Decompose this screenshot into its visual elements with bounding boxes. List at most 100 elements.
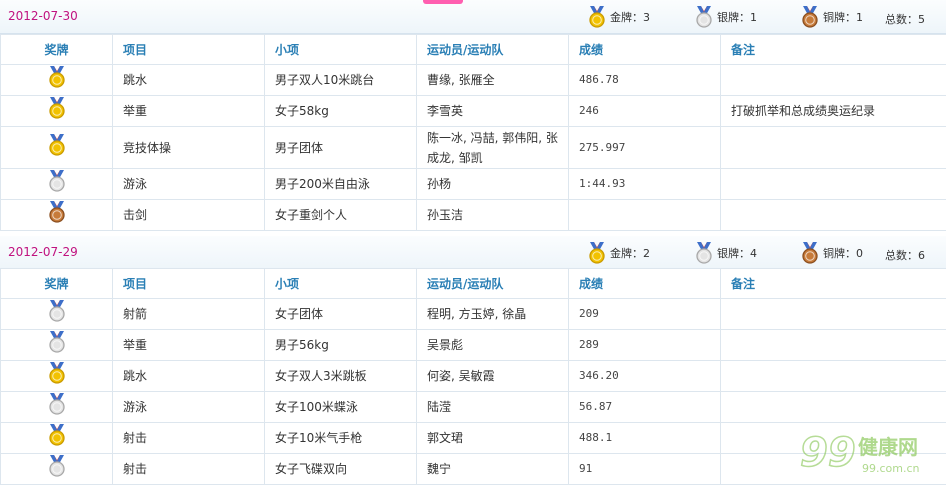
tally-silver-label: 银牌： xyxy=(717,9,750,25)
column-header: 成绩 xyxy=(569,269,721,299)
column-header: 运动员/运动队 xyxy=(417,35,569,65)
result-cell: 289 xyxy=(569,330,721,361)
result-cell: 209 xyxy=(569,299,721,330)
result-cell: 1:44.93 xyxy=(569,169,721,200)
athletes-cell: 陆滢 xyxy=(417,392,569,423)
column-header: 备注 xyxy=(721,35,946,65)
athletes-cell: 吴景彪 xyxy=(417,330,569,361)
note-cell xyxy=(721,361,946,392)
medal-cell xyxy=(1,454,113,485)
pink-tab xyxy=(423,0,463,4)
athletes-cell: 何姿, 吴敏霞 xyxy=(417,361,569,392)
sport-cell: 射箭 xyxy=(113,299,265,330)
event-cell: 男子双人10米跳台 xyxy=(265,65,417,96)
athletes-cell: 孙杨 xyxy=(417,169,569,200)
tally-bronze-label: 铜牌： xyxy=(823,9,856,25)
sport-cell: 游泳 xyxy=(113,169,265,200)
tally-bronze-label: 铜牌： xyxy=(823,245,856,261)
bronze-medal-icon xyxy=(801,242,819,264)
medal-table: 奖牌项目小项运动员/运动队成绩备注 跳水 男子双人10米跳台 曹缘, 张雁全 4… xyxy=(0,34,946,231)
sport-cell: 射击 xyxy=(113,423,265,454)
watermark-digits: 99 xyxy=(800,430,856,476)
gold-medal-icon xyxy=(48,362,66,390)
medal-cell xyxy=(1,127,113,169)
table-header-row: 奖牌项目小项运动员/运动队成绩备注 xyxy=(1,269,946,299)
tally-total-count: 5 xyxy=(918,13,925,26)
table-header-row: 奖牌项目小项运动员/运动队成绩备注 xyxy=(1,35,946,65)
sport-cell: 游泳 xyxy=(113,392,265,423)
tally-silver: 银牌： 1 xyxy=(695,6,757,28)
sport-cell: 举重 xyxy=(113,330,265,361)
silver-medal-icon xyxy=(695,6,713,28)
result-cell: 486.78 xyxy=(569,65,721,96)
event-cell: 男子200米自由泳 xyxy=(265,169,417,200)
tally-silver-count: 4 xyxy=(750,247,757,260)
result-cell: 91 xyxy=(569,454,721,485)
medal-cell xyxy=(1,65,113,96)
tally-bronze: 铜牌： 0 xyxy=(801,242,863,264)
event-cell: 男子团体 xyxy=(265,127,417,169)
tally-total-label: 总数： xyxy=(885,13,918,26)
gold-medal-icon xyxy=(48,424,66,452)
tally-total-count: 6 xyxy=(918,249,925,262)
result-cell: 346.20 xyxy=(569,361,721,392)
event-cell: 女子双人3米跳板 xyxy=(265,361,417,392)
bronze-medal-icon xyxy=(801,6,819,28)
event-cell: 女子10米气手枪 xyxy=(265,423,417,454)
athletes-cell: 孙玉洁 xyxy=(417,200,569,231)
athletes-cell: 李雪英 xyxy=(417,96,569,127)
column-header: 小项 xyxy=(265,269,417,299)
note-cell xyxy=(721,330,946,361)
column-header: 项目 xyxy=(113,35,265,65)
sport-cell: 竞技体操 xyxy=(113,127,265,169)
table-row: 游泳 女子100米蝶泳 陆滢 56.87 xyxy=(1,392,946,423)
gold-medal-icon xyxy=(48,97,66,125)
silver-medal-icon xyxy=(48,393,66,421)
column-header: 项目 xyxy=(113,269,265,299)
column-header: 小项 xyxy=(265,35,417,65)
column-header: 奖牌 xyxy=(1,269,113,299)
athletes-cell: 魏宁 xyxy=(417,454,569,485)
result-cell: 275.997 xyxy=(569,127,721,169)
gold-medal-icon xyxy=(588,242,606,264)
day-date: 2012-07-29 xyxy=(8,245,78,259)
note-cell xyxy=(721,392,946,423)
result-cell: 56.87 xyxy=(569,392,721,423)
tally-total: 总数：6 xyxy=(885,247,925,263)
table-row: 举重 男子56kg 吴景彪 289 xyxy=(1,330,946,361)
event-cell: 女子飞碟双向 xyxy=(265,454,417,485)
column-header: 运动员/运动队 xyxy=(417,269,569,299)
sport-cell: 举重 xyxy=(113,96,265,127)
tally-gold-label: 金牌： xyxy=(610,245,643,261)
gold-medal-icon xyxy=(48,66,66,94)
table-row: 击剑 女子重剑个人 孙玉洁 xyxy=(1,200,946,231)
tally-gold: 金牌： 3 xyxy=(588,6,650,28)
sport-cell: 跳水 xyxy=(113,361,265,392)
tally-silver-count: 1 xyxy=(750,11,757,24)
silver-medal-icon xyxy=(695,242,713,264)
table-row: 竞技体操 男子团体 陈一冰, 冯喆, 郭伟阳, 张成龙, 邹凯 275.997 xyxy=(1,127,946,169)
table-row: 射箭 女子团体 程明, 方玉婷, 徐晶 209 xyxy=(1,299,946,330)
column-header: 成绩 xyxy=(569,35,721,65)
silver-medal-icon xyxy=(48,455,66,483)
tally-total-label: 总数： xyxy=(885,249,918,262)
medal-cell xyxy=(1,330,113,361)
medal-cell xyxy=(1,200,113,231)
table-row: 游泳 男子200米自由泳 孙杨 1:44.93 xyxy=(1,169,946,200)
note-cell xyxy=(721,65,946,96)
silver-medal-icon xyxy=(48,331,66,359)
note-cell xyxy=(721,127,946,169)
day-header: 2012-07-30 金牌： 3 银牌： 1 xyxy=(0,0,946,34)
tally-bronze: 铜牌： 1 xyxy=(801,6,863,28)
athletes-cell: 曹缘, 张雁全 xyxy=(417,65,569,96)
note-cell: 打破抓举和总成绩奥运纪录 xyxy=(721,96,946,127)
tally-total: 总数：5 xyxy=(885,11,925,27)
day-date: 2012-07-30 xyxy=(8,9,78,23)
event-cell: 男子56kg xyxy=(265,330,417,361)
result-cell: 246 xyxy=(569,96,721,127)
athletes-cell: 陈一冰, 冯喆, 郭伟阳, 张成龙, 邹凯 xyxy=(417,127,569,169)
day-header: 2012-07-29 金牌： 2 银牌： 4 xyxy=(0,236,946,270)
gold-medal-icon xyxy=(48,134,66,162)
note-cell xyxy=(721,169,946,200)
site-watermark: 99 健康网 99.com.cn xyxy=(800,424,940,480)
